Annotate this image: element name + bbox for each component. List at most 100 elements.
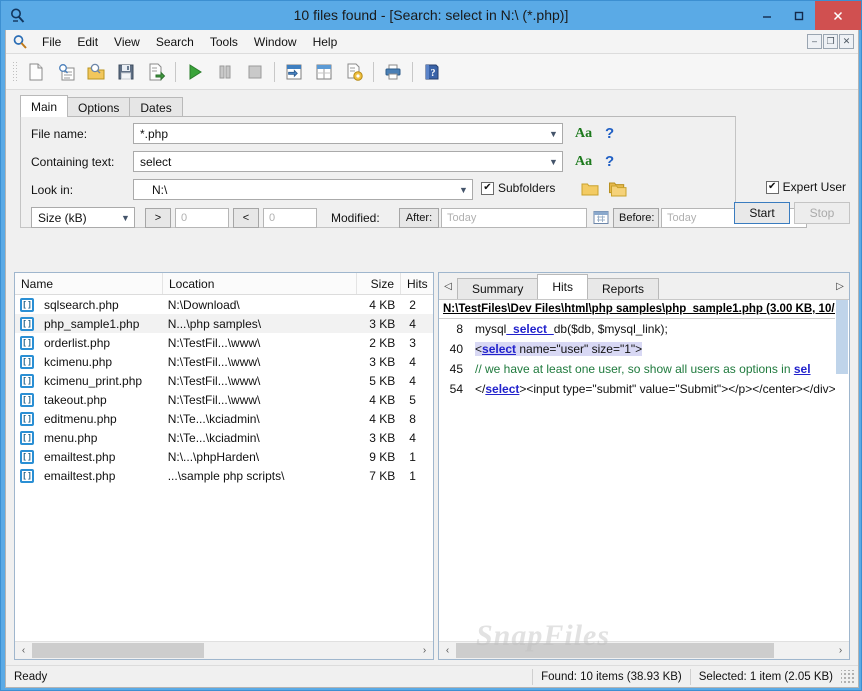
expert-user-checkbox[interactable]: ✔ Expert User [766, 180, 846, 194]
preview-vertical-scrollbar[interactable] [835, 300, 849, 640]
menu-bar: File Edit View Search Tools Window Help … [6, 30, 858, 54]
column-header-location[interactable]: Location [163, 273, 357, 294]
menu-item-window[interactable]: Window [246, 33, 305, 51]
tab-main[interactable]: Main [20, 95, 68, 117]
match-case-icon-containing[interactable]: Aa [575, 151, 592, 172]
subfolders-checkbox[interactable]: ✔ Subfolders [481, 181, 555, 195]
resize-grip[interactable] [841, 670, 855, 684]
help-icon-containing[interactable]: ? [605, 151, 614, 172]
scroll-right-arrow[interactable]: › [832, 642, 849, 659]
size-less-button[interactable]: < [233, 208, 259, 228]
tabs-scroll-right-icon[interactable]: ▷ [831, 273, 849, 299]
stop-button[interactable]: Stop [794, 202, 850, 224]
start-button[interactable]: Start [734, 202, 790, 224]
chevron-down-icon[interactable]: ▼ [545, 124, 562, 143]
open-preview-icon[interactable] [51, 57, 81, 87]
tabs-scroll-left-icon[interactable]: ◁ [439, 273, 457, 299]
file-name-input[interactable]: *.php ▼ [133, 123, 563, 144]
table-row[interactable]: [ ]php_sample1.phpN...\php samples\3 KB4 [15, 314, 433, 333]
calendar-icon[interactable] [593, 209, 609, 228]
size-less-input[interactable]: 0 [263, 208, 317, 228]
table-row[interactable]: [ ]takeout.phpN:\TestFil...\www\4 KB5 [15, 390, 433, 409]
tab-dates[interactable]: Dates [129, 97, 182, 117]
maximize-button[interactable] [783, 1, 815, 30]
table-row[interactable]: [ ]menu.phpN:\Te...\kciadmin\3 KB4 [15, 428, 433, 447]
left-scroll-thumb[interactable] [32, 643, 204, 658]
expand-results-icon[interactable] [279, 57, 309, 87]
table-row[interactable]: [ ]emailtest.php...\sample php scripts\7… [15, 466, 433, 485]
chevron-down-icon[interactable]: ▼ [455, 180, 472, 199]
search-icon[interactable] [6, 34, 34, 50]
cell-size: 2 KB [360, 336, 404, 350]
modified-after-input[interactable]: Today [441, 208, 587, 228]
menu-item-tools[interactable]: Tools [202, 33, 246, 51]
column-header-name[interactable]: Name [15, 273, 163, 294]
chevron-down-icon[interactable]: ▼ [545, 152, 562, 171]
menu-item-view[interactable]: View [106, 33, 148, 51]
left-horizontal-scrollbar[interactable]: ‹ › [15, 641, 433, 659]
tab-summary[interactable]: Summary [457, 278, 538, 299]
help-icon-filename[interactable]: ? [605, 123, 614, 144]
column-header-hits[interactable]: Hits [401, 273, 433, 294]
file-results-list[interactable]: Name Location Size Hits [ ]sqlsearch.php… [14, 272, 434, 660]
minimize-button[interactable] [751, 1, 783, 30]
menu-item-edit[interactable]: Edit [69, 33, 106, 51]
split-view-icon[interactable] [309, 57, 339, 87]
hit-line[interactable]: 40 <select name="user" size="1"> [439, 339, 835, 359]
containing-text-input[interactable]: select ▼ [133, 151, 563, 172]
result-options-icon[interactable] [339, 57, 369, 87]
look-in-input[interactable]: N:\ ▼ [133, 179, 473, 200]
preview-horizontal-scrollbar[interactable]: ‹ › [439, 641, 849, 659]
tab-options[interactable]: Options [67, 97, 130, 117]
preview-scroll-track[interactable] [456, 642, 832, 659]
hit-file-header[interactable]: N:\TestFiles\Dev Files\html\php samples\… [439, 300, 835, 319]
help-icon[interactable]: ? [417, 57, 447, 87]
chevron-down-icon[interactable]: ▼ [117, 208, 134, 227]
print-icon[interactable] [378, 57, 408, 87]
multi-folder-icon[interactable] [609, 181, 627, 200]
mdi-minimize-button[interactable]: – [807, 34, 822, 49]
modified-after-button[interactable]: After: [399, 208, 439, 228]
table-row[interactable]: [ ]kcimenu_print.phpN:\TestFil...\www\5 … [15, 371, 433, 390]
stop-icon[interactable] [240, 57, 270, 87]
preview-scroll-thumb[interactable] [456, 643, 774, 658]
scroll-right-arrow[interactable]: › [416, 642, 433, 659]
menu-item-help[interactable]: Help [305, 33, 346, 51]
table-row[interactable]: [ ]kcimenu.phpN:\TestFil...\www\3 KB4 [15, 352, 433, 371]
match-case-icon-filename[interactable]: Aa [575, 123, 592, 144]
size-unit-select[interactable]: Size (kB) ▼ [31, 207, 135, 228]
mdi-close-button[interactable]: ✕ [839, 34, 854, 49]
tab-reports[interactable]: Reports [587, 278, 659, 299]
open-folder-search-icon[interactable] [81, 57, 111, 87]
scroll-left-arrow[interactable]: ‹ [439, 642, 456, 659]
table-row[interactable]: [ ]editmenu.phpN:\Te...\kciadmin\4 KB8 [15, 409, 433, 428]
size-greater-input[interactable]: 0 [175, 208, 229, 228]
preview-vscroll-thumb[interactable] [836, 300, 848, 374]
column-header-size[interactable]: Size [357, 273, 401, 294]
scroll-left-arrow[interactable]: ‹ [15, 642, 32, 659]
table-row[interactable]: [ ]orderlist.phpN:\TestFil...\www\2 KB3 [15, 333, 433, 352]
table-row[interactable]: [ ]emailtest.phpN:\...\phpHarden\9 KB1 [15, 447, 433, 466]
hit-line[interactable]: 54 </select><input type="submit" value="… [439, 379, 835, 399]
toolbar-grip[interactable] [12, 61, 18, 83]
modified-before-button[interactable]: Before: [613, 208, 659, 228]
pause-icon[interactable] [210, 57, 240, 87]
menu-item-file[interactable]: File [34, 33, 69, 51]
size-greater-button[interactable]: > [145, 208, 171, 228]
hit-segment: db($db, $mysql_link); [554, 322, 668, 336]
hit-line[interactable]: 45 // we have at least one user, so show… [439, 359, 835, 379]
menu-item-search[interactable]: Search [148, 33, 202, 51]
folder-browse-icon[interactable] [581, 181, 599, 200]
close-button[interactable] [815, 1, 861, 30]
hit-line-text: // we have at least one user, so show al… [475, 362, 811, 376]
start-search-icon[interactable] [180, 57, 210, 87]
new-document-icon[interactable] [21, 57, 51, 87]
table-row[interactable]: [ ]sqlsearch.phpN:\Download\4 KB2 [15, 295, 433, 314]
save-icon[interactable] [111, 57, 141, 87]
tab-hits[interactable]: Hits [537, 274, 588, 299]
hit-line[interactable]: 8 mysql_select_db($db, $mysql_link); [439, 319, 835, 339]
left-scroll-track[interactable] [32, 642, 416, 659]
file-name-value: *.php [134, 127, 545, 141]
mdi-restore-button[interactable]: ❐ [823, 34, 838, 49]
export-icon[interactable] [141, 57, 171, 87]
